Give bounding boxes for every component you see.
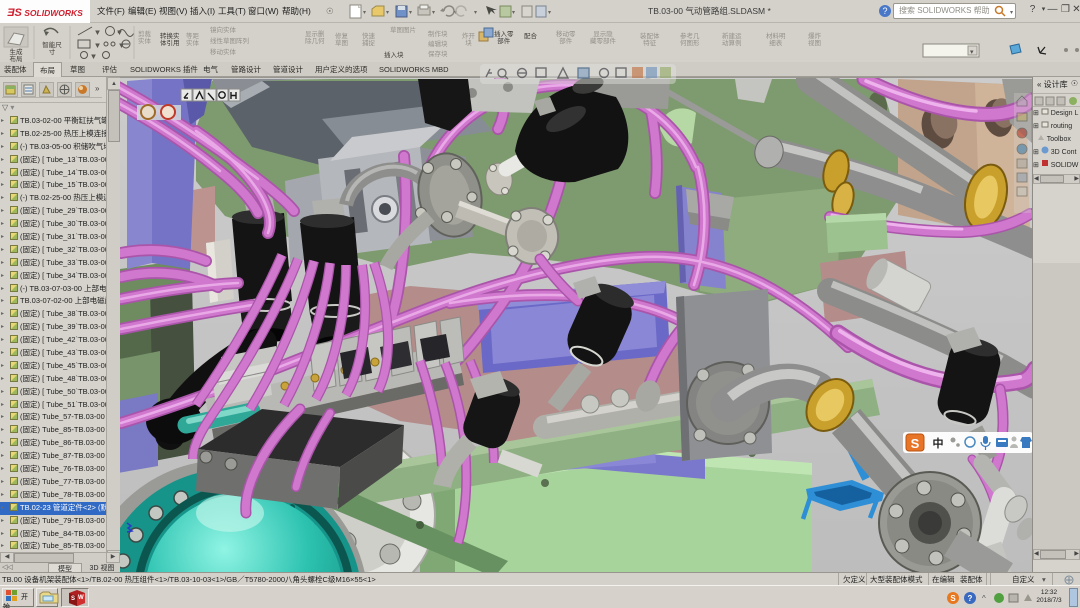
svg-text:S: S (950, 594, 956, 603)
svg-text:智能尺: 智能尺 (42, 40, 62, 49)
svg-text:▾: ▾ (409, 10, 412, 16)
svg-text:W: W (78, 595, 84, 601)
svg-text:S: S (911, 436, 920, 451)
svg-text:▾: ▾ (363, 10, 366, 16)
svg-text:▾: ▾ (548, 10, 551, 16)
svg-text:?: ? (968, 594, 973, 603)
svg-text:▾: ▾ (512, 10, 515, 16)
svg-text:▾: ▾ (970, 49, 974, 56)
svg-text:▾: ▾ (92, 54, 95, 60)
svg-text:寸: 寸 (49, 47, 56, 56)
svg-text:▾: ▾ (96, 30, 99, 36)
svg-text:中: 中 (933, 436, 944, 450)
svg-text:▾: ▾ (386, 10, 389, 16)
svg-text:生成: 生成 (10, 47, 24, 56)
svg-text:▾: ▾ (1010, 10, 1013, 16)
svg-text:▾: ▾ (474, 10, 477, 16)
svg-text:S: S (71, 596, 75, 602)
svg-text:^: ^ (982, 594, 986, 603)
svg-text:▾: ▾ (96, 43, 99, 49)
svg-text:布局: 布局 (10, 54, 23, 62)
svg-text:▾: ▾ (432, 10, 435, 16)
svg-text:?: ? (882, 6, 887, 16)
